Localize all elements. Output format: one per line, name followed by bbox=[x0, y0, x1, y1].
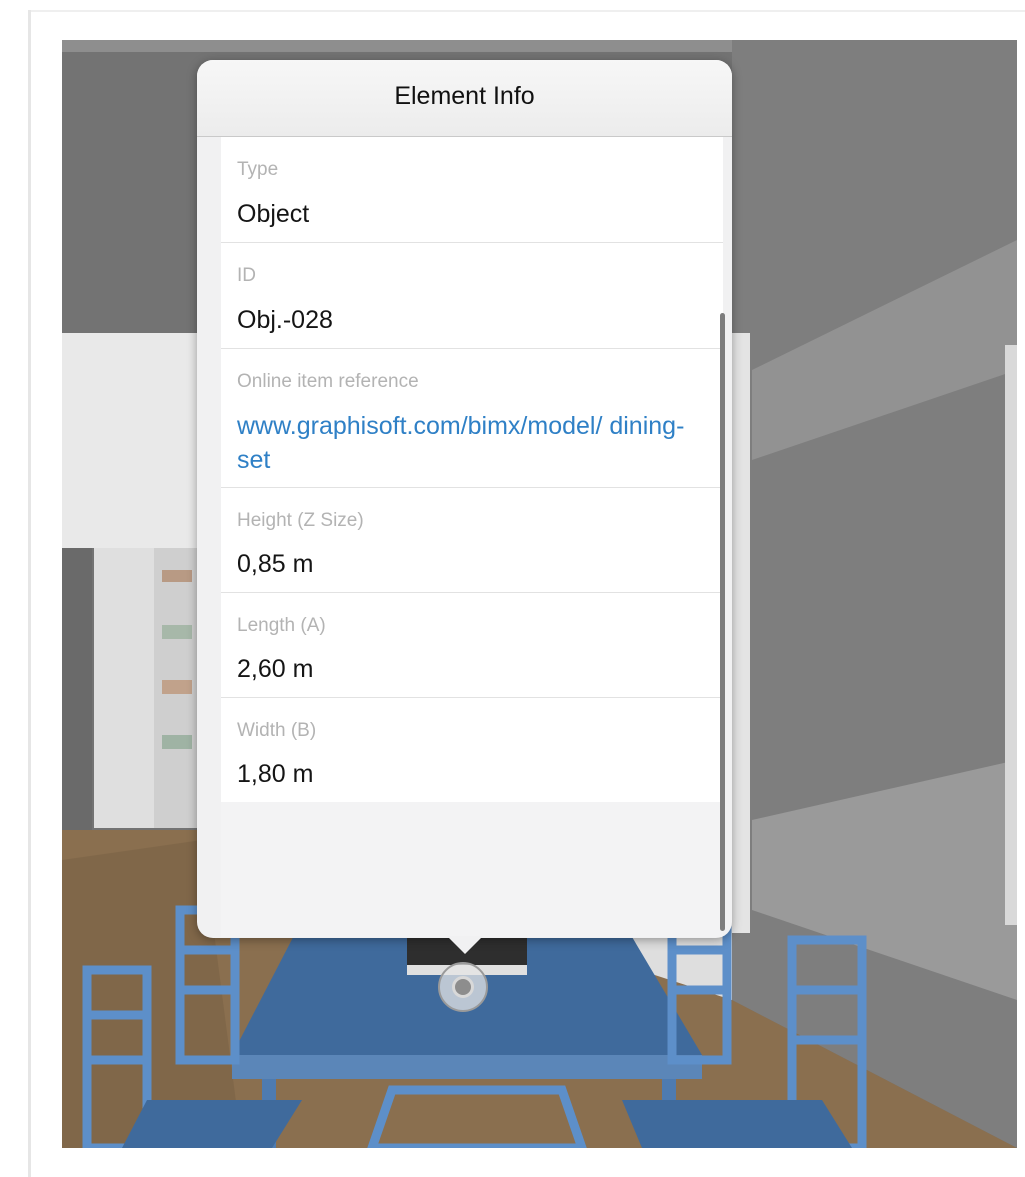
property-value: 0,85 m bbox=[237, 550, 314, 578]
book bbox=[162, 625, 192, 639]
book bbox=[162, 735, 192, 749]
property-row-length: Length (A) 2,60 m bbox=[221, 593, 723, 698]
book bbox=[162, 680, 192, 694]
online-item-reference-link[interactable]: www.graphisoft.com/bimx/model/ dining-se… bbox=[237, 409, 707, 477]
property-row-id: ID Obj.-028 bbox=[221, 243, 723, 349]
property-row-type: Type Object bbox=[221, 137, 723, 243]
popover-header: Element Info bbox=[197, 60, 732, 137]
property-label: Height (Z Size) bbox=[237, 510, 364, 531]
element-info-popover: Element Info Type Object ID Obj.-028 Onl… bbox=[197, 60, 732, 938]
property-value: 1,80 m bbox=[237, 760, 314, 788]
right-door-frame bbox=[1005, 345, 1017, 925]
left-cabinet bbox=[94, 548, 154, 828]
property-label: ID bbox=[237, 265, 256, 286]
property-label: Online item reference bbox=[237, 371, 419, 392]
property-label: Length (A) bbox=[237, 615, 326, 636]
property-row-height: Height (Z Size) 0,85 m bbox=[221, 488, 723, 593]
popover-scrollbar[interactable] bbox=[720, 313, 725, 931]
popover-title: Element Info bbox=[394, 82, 535, 110]
left-wall-panel bbox=[62, 333, 207, 548]
popover-pointer-arrow bbox=[447, 936, 483, 954]
property-label: Type bbox=[237, 159, 279, 180]
property-label: Width (B) bbox=[237, 720, 317, 741]
dining-table-edge bbox=[232, 1055, 702, 1079]
chair-seat bbox=[622, 1100, 852, 1148]
property-value: Object bbox=[237, 200, 310, 228]
app-frame: Element Info Type Object ID Obj.-028 Onl… bbox=[0, 0, 1025, 1177]
property-row-width: Width (B) 1,80 m bbox=[221, 698, 723, 802]
chair-seat bbox=[122, 1100, 302, 1148]
property-value: 2,60 m bbox=[237, 655, 314, 683]
frame-top-border bbox=[28, 10, 1025, 12]
selection-target-icon[interactable] bbox=[438, 962, 488, 1012]
selection-target-dot bbox=[452, 976, 474, 998]
frame-left-border bbox=[28, 10, 31, 1177]
properties-list[interactable]: Type Object ID Obj.-028 Online item refe… bbox=[221, 137, 723, 937]
popover-panel: Element Info Type Object ID Obj.-028 Onl… bbox=[197, 60, 732, 938]
left-wall-shadow bbox=[62, 548, 92, 838]
right-column bbox=[732, 333, 750, 933]
property-value: Obj.-028 bbox=[237, 306, 333, 334]
property-row-online-reference: Online item reference www.graphisoft.com… bbox=[221, 349, 723, 488]
book bbox=[162, 570, 192, 582]
